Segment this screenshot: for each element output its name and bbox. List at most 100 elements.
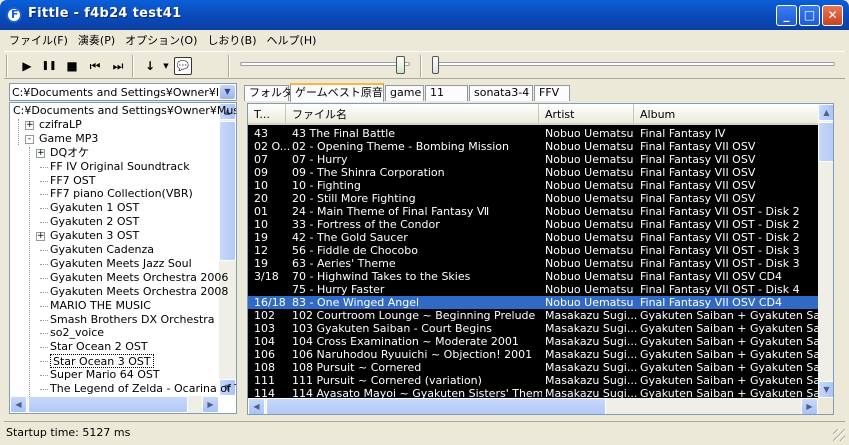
table-row[interactable]: 09 09 - The Shinra Corporation Nobuo Uemat… [248,166,818,179]
expand-icon[interactable]: + [25,120,34,130]
maximize-button[interactable]: □ [799,5,820,26]
table-row[interactable]: 106 106 Naruhodou Ryuuichi ~ Objection! 2… [248,348,820,361]
tab-sonata3-4[interactable]: sonata3-4 [469,85,533,101]
play-icon[interactable]: ▶ [18,57,36,75]
track-list[interactable]: T... ファイル名 Artist Album ▲ ▼ ◀ ▶ 43 43 The… [247,103,834,415]
tree-item[interactable]: so2_voice [50,326,104,340]
table-row[interactable]: 16/18 83 - One Winged Angel Nobuo Uematsu F… [248,296,818,309]
table-row[interactable]: 3/18 70 - Highwind Takes to the Skies Nobu… [248,270,818,283]
table-row[interactable]: 75 - Hurry Faster Nobuo Uematsu Final Fant… [248,283,818,296]
chat-icon[interactable]: 💬 [174,57,192,75]
pause-icon[interactable]: ❚❚ [40,57,58,75]
track-number: 103 [254,322,275,335]
tab-11[interactable]: 11 [425,85,468,101]
collapse-icon[interactable]: - [25,134,34,144]
table-row[interactable]: 12 56 - Fiddle de Chocobo Nobuo Uematsu Fin… [248,244,818,257]
list-vertical-scrollbar[interactable]: ▲ ▼ [818,104,833,398]
table-row[interactable]: 10 33 - Fortress of the Condor Nobuo Uemat… [248,218,818,231]
stop-icon[interactable]: ■ [63,57,81,75]
column-album[interactable]: Album [634,104,824,123]
tab-game-best[interactable]: ゲームベスト原音 [290,83,384,102]
tree-item[interactable]: Gyakuten 1 OST [50,201,139,215]
table-row[interactable]: 10 10 - Fighting Nobuo Uematsu Final Fantas… [248,179,818,192]
tree-item[interactable]: Gyakuten 3 OST [50,229,139,243]
tree-item[interactable]: Gyakuten Meets Jazz Soul [50,257,192,271]
table-row[interactable]: 19 42 - The Gold Saucer Nobuo Uematsu Final… [248,231,818,244]
scroll-left-icon[interactable]: ◀ [10,396,27,413]
path-combobox[interactable]: C:¥Documents and Settings¥Owner¥My ▼ [9,83,237,101]
tree-item[interactable]: FF7 piano Collection(VBR) [50,187,193,201]
scroll-thumb[interactable] [818,122,833,162]
tree-vertical-scrollbar[interactable]: ▲ ▼ [219,103,236,396]
tree-item[interactable]: Star Ocean 2 OST [50,340,148,354]
next-icon[interactable]: ⏭ [109,57,127,75]
table-row[interactable]: 01 24 - Main Theme of Final Fantasy Ⅶ Nobu… [248,205,818,218]
folder-tree[interactable]: ▲ ▼ ◀ ▶ C:¥Documents and Settings¥Owner¥… [9,102,237,414]
expand-icon[interactable]: + [36,232,45,242]
tree-item[interactable]: Gyakuten 2 OST [50,215,139,229]
tree-item[interactable]: Gyakuten Cadenza [50,243,154,257]
seek-slider-track[interactable] [432,62,835,66]
menu-help[interactable]: ヘルプ(H) [262,32,322,48]
tab-folder[interactable]: フォルダ [244,85,293,101]
menu-file[interactable]: ファイル(F) [4,32,73,48]
scroll-right-icon[interactable]: ▶ [801,398,818,414]
column-track[interactable]: T... [248,104,286,123]
scroll-up-icon[interactable]: ▲ [818,104,833,121]
scroll-left-icon[interactable]: ◀ [248,398,265,414]
expand-icon[interactable]: + [36,148,45,158]
scroll-down-icon[interactable]: ▼ [818,381,833,398]
scroll-thumb[interactable] [266,398,606,414]
tree-connector [40,319,48,321]
tab-game[interactable]: game [385,85,424,101]
chevron-down-icon[interactable]: ▼ [220,85,235,99]
table-row[interactable]: 19 63 - Aeries' Theme Nobuo Uematsu Final F… [248,257,818,270]
minimize-button[interactable]: _ [776,5,797,26]
close-button[interactable]: ✕ [822,5,843,26]
table-row[interactable]: 114 114 Ayasato Mayoi ~ Gyakuten Sisters'… [248,387,820,400]
table-row[interactable]: 103 103 Gyakuten Saiban - Court Begins Mas… [248,322,820,335]
column-filename[interactable]: ファイル名 [286,104,539,123]
menu-options[interactable]: オプション(O) [120,32,202,48]
tree-item[interactable]: Smash Brothers DX Orchestra [50,313,215,327]
tree-item[interactable]: Gyakuten Meets Orchestra 2006 [50,271,228,285]
tree-item[interactable]: FF IV Original Soundtrack [50,160,190,174]
list-horizontal-scrollbar[interactable]: ◀ ▶ [248,398,818,414]
tree-item[interactable]: The Legend of Zelda - Ocarina of Time [50,382,236,396]
previous-icon[interactable]: ⏮ [86,57,104,75]
volume-slider-thumb[interactable] [396,56,406,74]
tree-item[interactable]: Super Mario 64 OST [50,368,160,382]
table-row[interactable]: 07 07 - Hurry Nobuo Uematsu Final Fantasy V… [248,153,818,166]
title-bar[interactable]: Fittle - f4b24 test41 _ □ ✕ [0,0,849,30]
table-row[interactable]: 104 104 Cross Examination ~ Moderate 2001… [248,335,820,348]
dropdown-arrow-icon[interactable]: ▼ [157,57,175,75]
menu-play[interactable]: 演奏(P) [73,32,120,48]
tree-item[interactable]: C:¥Documents and Settings¥Owner¥Music¥ [13,104,236,118]
table-row[interactable]: 20 20 - Still More Fighting Nobuo Uematsu F… [248,192,818,205]
table-row[interactable]: 02 O... 02 - Opening Theme - Bombing Miss… [248,140,818,153]
tab-ffv[interactable]: FFV [534,85,570,101]
table-row[interactable]: 43 43 The Final Battle Nobuo Uematsu Final … [248,127,818,140]
scroll-thumb[interactable] [28,396,188,413]
tree-item[interactable]: Gyakuten Meets Orchestra 2008 [50,285,228,299]
seek-slider-thumb[interactable] [432,56,439,74]
tree-item[interactable]: MARIO THE MUSIC [50,299,151,313]
table-row[interactable]: 102 102 Courtroom Lounge ~ Beginning Prel… [248,309,820,322]
tree-horizontal-scrollbar[interactable]: ◀ ▶ [10,396,219,413]
resize-grip[interactable] [833,429,845,441]
tree-item[interactable]: DQオケ [50,146,89,160]
tree-item[interactable]: czifraLP [39,118,82,132]
tree-item[interactable]: Game MP3 [39,132,98,146]
album: Gyakuten Saiban + Gyakuten Saiban 2 [640,322,820,335]
column-artist[interactable]: Artist [539,104,634,123]
volume-slider-track[interactable] [240,62,410,66]
table-row[interactable]: 111 111 Pursuit ~ Cornered (variation) Mas… [248,374,820,387]
menu-bookmarks[interactable]: しおり(B) [202,32,261,48]
app-icon[interactable] [6,7,22,23]
tree-item[interactable]: Star Ocean 3 OST [50,354,154,369]
table-row[interactable]: 108 108 Pursuit ~ Cornered Masakazu Sugi..… [248,361,820,374]
scroll-thumb[interactable] [219,121,236,261]
scroll-right-icon[interactable]: ▶ [202,396,219,413]
tree-item[interactable]: FF7 OST [50,174,96,188]
tree-connector [40,166,48,168]
